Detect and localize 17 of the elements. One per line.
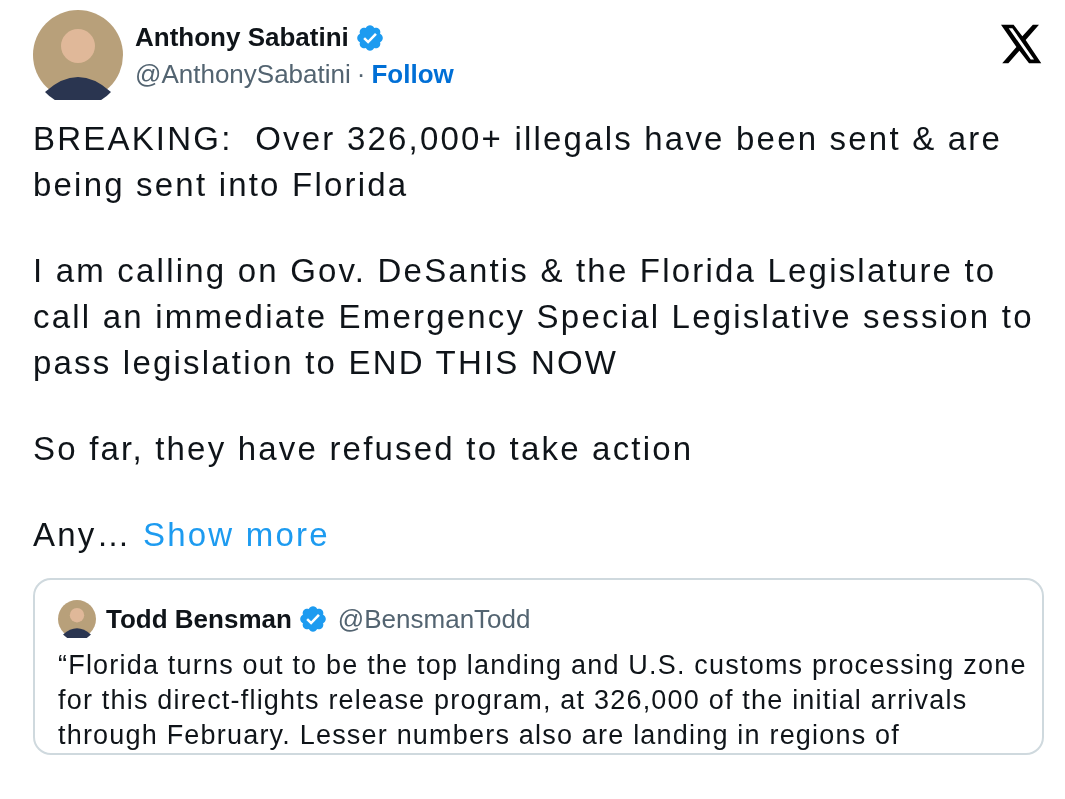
verified-badge-icon: [297, 604, 328, 634]
x-logo-icon: [1001, 24, 1043, 64]
tweet-paragraph: BREAKING: Over 326,000+ illegals have been sent & are being sent into Florida: [33, 119, 1004, 205]
follow-link[interactable]: Follow: [371, 59, 454, 90]
quoted-tweet-card[interactable]: [33, 578, 1044, 755]
author-handle: @AnthonySabatini: [135, 59, 351, 90]
show-more-link[interactable]: Show more: [143, 516, 330, 553]
quoted-author-name: Todd Bensman: [106, 603, 292, 635]
author-name: Anthony Sabatini: [135, 22, 349, 53]
quoted-tweet-text: “Florida turns out to be the top landing and U.S. customs processing zone for this direct-flights release program, at 326,000 of the initial arrivals through February. Lesser numbers also are landing in regions of: [58, 649, 1028, 752]
tweet-paragraph: I am calling on Gov. DeSantis & the Florida Legislature to call an immediate Emergency Special Legislative session to pass legislation to END THIS NOW: [33, 251, 1035, 383]
separator-dot: ·: [356, 59, 366, 90]
avatar: [58, 600, 96, 638]
verified-badge-icon: [354, 22, 385, 53]
tweet-paragraph: Any… Show more: [33, 515, 331, 555]
quoted-author-handle: @BensmanTodd: [337, 603, 531, 635]
tweet-paragraph: So far, they have refused to take action: [33, 429, 695, 469]
